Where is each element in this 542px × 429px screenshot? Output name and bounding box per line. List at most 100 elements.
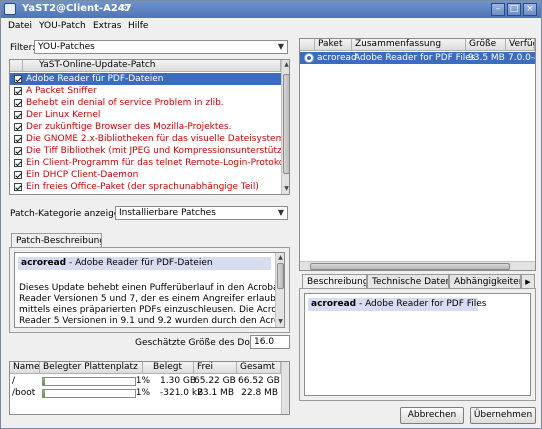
patch-list-item[interactable]: Ein Client-Programm für das telnet Remot… — [10, 157, 281, 169]
tab-scroll-right-icon[interactable]: ▶ — [521, 274, 535, 289]
disk-col-free[interactable]: Frei — [194, 362, 237, 374]
package-col-summary[interactable]: Zusammenfassung — [352, 39, 466, 51]
close-button[interactable]: × — [523, 3, 537, 16]
scroll-down-icon[interactable]: ▼ — [282, 184, 289, 193]
menu-extras[interactable]: Extras — [93, 21, 121, 31]
disk-row-free: 23.1 MB — [197, 388, 234, 398]
package-summary: Adobe Reader for PDF Files — [354, 53, 476, 63]
menu-datei[interactable]: Datei — [8, 21, 32, 31]
patch-description-name: acroread — [21, 258, 67, 268]
package-size: 93.5 MB — [468, 53, 505, 63]
patch-list-item[interactable]: Behebt ein denial of service Problem in … — [10, 97, 281, 109]
tab-technical-data[interactable]: Technische Daten — [367, 274, 449, 289]
disk-row-total: 22.8 MB — [241, 388, 278, 398]
disk-row-percent: 1% — [135, 376, 150, 386]
checkbox-checked[interactable] — [14, 111, 22, 119]
accept-button[interactable]: Übernehmen — [470, 407, 536, 424]
checkbox-checked[interactable] — [14, 99, 22, 107]
checkbox-checked[interactable] — [14, 159, 22, 167]
patch-list-item[interactable]: Die GNOME 2.x-Bibliotheken für das visue… — [10, 133, 281, 145]
disk-usage-scrollbar[interactable] — [281, 362, 289, 414]
checkbox-checked[interactable] — [14, 87, 22, 95]
patch-list-item-label: Der Linux Kernel — [26, 110, 101, 120]
tab-description[interactable]: Beschreibung — [302, 274, 367, 289]
patch-list-item-label: Die GNOME 2.x-Bibliotheken für das visue… — [26, 134, 281, 144]
filter-value: YOU-Patches — [38, 42, 95, 52]
disk-usage-row[interactable]: / 1% 1.30 GB 65.22 GB 66.52 GB — [10, 375, 281, 387]
disk-usage-bar — [42, 377, 136, 386]
patch-list-checkbox-header[interactable] — [10, 60, 23, 72]
patch-list[interactable]: YaST-Online-Update-Patch Adobe Reader fü… — [9, 59, 290, 195]
scroll-down-icon[interactable]: ▼ — [276, 317, 284, 326]
package-status-icon[interactable] — [304, 53, 314, 63]
disk-col-name[interactable]: Name — [10, 362, 40, 374]
menu-bar: Datei YOU-Patch Extras Hilfe — [1, 18, 541, 35]
disk-row-used: -321.0 kB — [160, 388, 204, 398]
package-details-text[interactable]: acroread - Adobe Reader for PDF Files — [304, 293, 531, 396]
filter-combo[interactable]: YOU-Patches ▼ — [34, 40, 288, 54]
package-col-name[interactable]: Paket — [315, 39, 352, 51]
menu-you-patch[interactable]: YOU-Patch — [39, 21, 86, 31]
disk-row-name: /boot — [12, 388, 36, 398]
package-version: 7.0.0-4 — [508, 53, 535, 63]
patch-description-title: - Adobe Reader für PDF-Dateien — [66, 258, 213, 268]
disk-col-used[interactable]: Belegt — [143, 362, 194, 374]
patch-list-header[interactable]: YaST-Online-Update-Patch — [23, 60, 281, 72]
patch-list-item[interactable]: Adobe Reader für PDF-Dateien — [10, 73, 281, 85]
package-table-hscroll-thumb[interactable] — [310, 263, 510, 270]
yast-window: YaST2@Client-A247 ⚙ – □ × Datei YOU-Patc… — [0, 0, 542, 429]
maximize-button[interactable]: □ — [507, 3, 521, 16]
cancel-button[interactable]: Abbrechen — [400, 407, 464, 424]
tab-patch-description[interactable]: Patch-Beschreibung — [11, 233, 102, 248]
disk-usage-row[interactable]: /boot -1% -321.0 kB 23.1 MB 22.8 MB — [10, 387, 281, 399]
patch-list-item[interactable]: Ein DHCP Client-Daemon — [10, 169, 281, 181]
checkbox-checked[interactable] — [14, 135, 22, 143]
disk-row-used: 1.30 GB — [160, 376, 197, 386]
package-col-size[interactable]: Größe — [466, 39, 506, 51]
disk-row-total: 66.52 GB — [238, 376, 280, 386]
description-scroll-thumb[interactable] — [277, 263, 284, 289]
patch-list-item[interactable]: Der zukünftige Browser des Mozilla-Proje… — [10, 121, 281, 133]
scroll-up-icon[interactable]: ▲ — [276, 253, 284, 262]
disk-usage-bar-fill — [43, 378, 45, 385]
patch-description-line: Dieses Update behebt einen Pufferüberlau… — [19, 283, 283, 293]
patch-description-panel: acroread - Adobe Reader für PDF-Dateien … — [9, 247, 290, 333]
checkbox-checked[interactable] — [14, 171, 22, 179]
checkbox-checked[interactable] — [14, 147, 22, 155]
checkbox-checked[interactable] — [14, 183, 22, 191]
category-value: Installierbare Patches — [119, 208, 216, 218]
menu-hilfe[interactable]: Hilfe — [128, 21, 148, 31]
description-scrollbar[interactable]: ▲ ▼ — [275, 253, 284, 327]
minimize-button[interactable]: – — [491, 3, 505, 16]
package-table[interactable]: Paket Zusammenfassung Größe Verfügb acro… — [299, 38, 536, 271]
patch-list-item[interactable]: A Packet Sniffer — [10, 85, 281, 97]
patch-list-scroll-thumb[interactable] — [283, 74, 289, 174]
scroll-up-icon[interactable]: ▲ — [282, 60, 289, 69]
patch-list-scrollbar[interactable]: ▲ ▼ — [281, 60, 289, 194]
patch-list-item[interactable]: Der Linux Kernel — [10, 109, 281, 121]
package-col-version[interactable]: Verfügb — [506, 39, 535, 51]
disk-usage-table[interactable]: Name Belegter Plattenplatz Belegt Frei G… — [9, 361, 290, 415]
package-name: acroread — [317, 53, 357, 63]
app-icon[interactable] — [4, 3, 16, 15]
title-bar[interactable]: YaST2@Client-A247 ⚙ – □ × — [1, 1, 541, 18]
category-combo[interactable]: Installierbare Patches ▼ — [115, 206, 288, 220]
package-row-selected[interactable]: acroread Adobe Reader for PDF Files 93.5… — [300, 52, 535, 64]
pin-icon[interactable]: ⚙ — [121, 3, 130, 14]
disk-col-total[interactable]: Gesamt — [237, 362, 281, 374]
disk-row-name: / — [12, 376, 16, 386]
checkbox-checked[interactable] — [14, 75, 22, 83]
patch-description-text[interactable]: acroread - Adobe Reader für PDF-Dateien … — [14, 252, 285, 328]
patch-list-item[interactable]: Die Tiff Bibliothek (mit JPEG und Kompre… — [10, 145, 281, 157]
disk-usage-bar-fill — [43, 390, 45, 397]
package-col-status[interactable] — [300, 39, 315, 51]
tab-dependencies[interactable]: Abhängigkeiten — [449, 274, 521, 289]
patch-list-item-label: Ein freies Office-Paket (der sprachunabh… — [26, 182, 259, 192]
package-table-hscrollbar[interactable] — [300, 261, 535, 270]
disk-row-free: 65.22 GB — [194, 376, 236, 386]
package-details-panel: acroread - Adobe Reader for PDF Files — [299, 288, 536, 401]
patch-list-item-label: Der zukünftige Browser des Mozilla-Proje… — [26, 122, 232, 132]
patch-list-item[interactable]: Ein freies Office-Paket (der sprachunabh… — [10, 181, 281, 193]
disk-col-usage[interactable]: Belegter Plattenplatz — [40, 362, 143, 374]
checkbox-checked[interactable] — [14, 123, 22, 131]
